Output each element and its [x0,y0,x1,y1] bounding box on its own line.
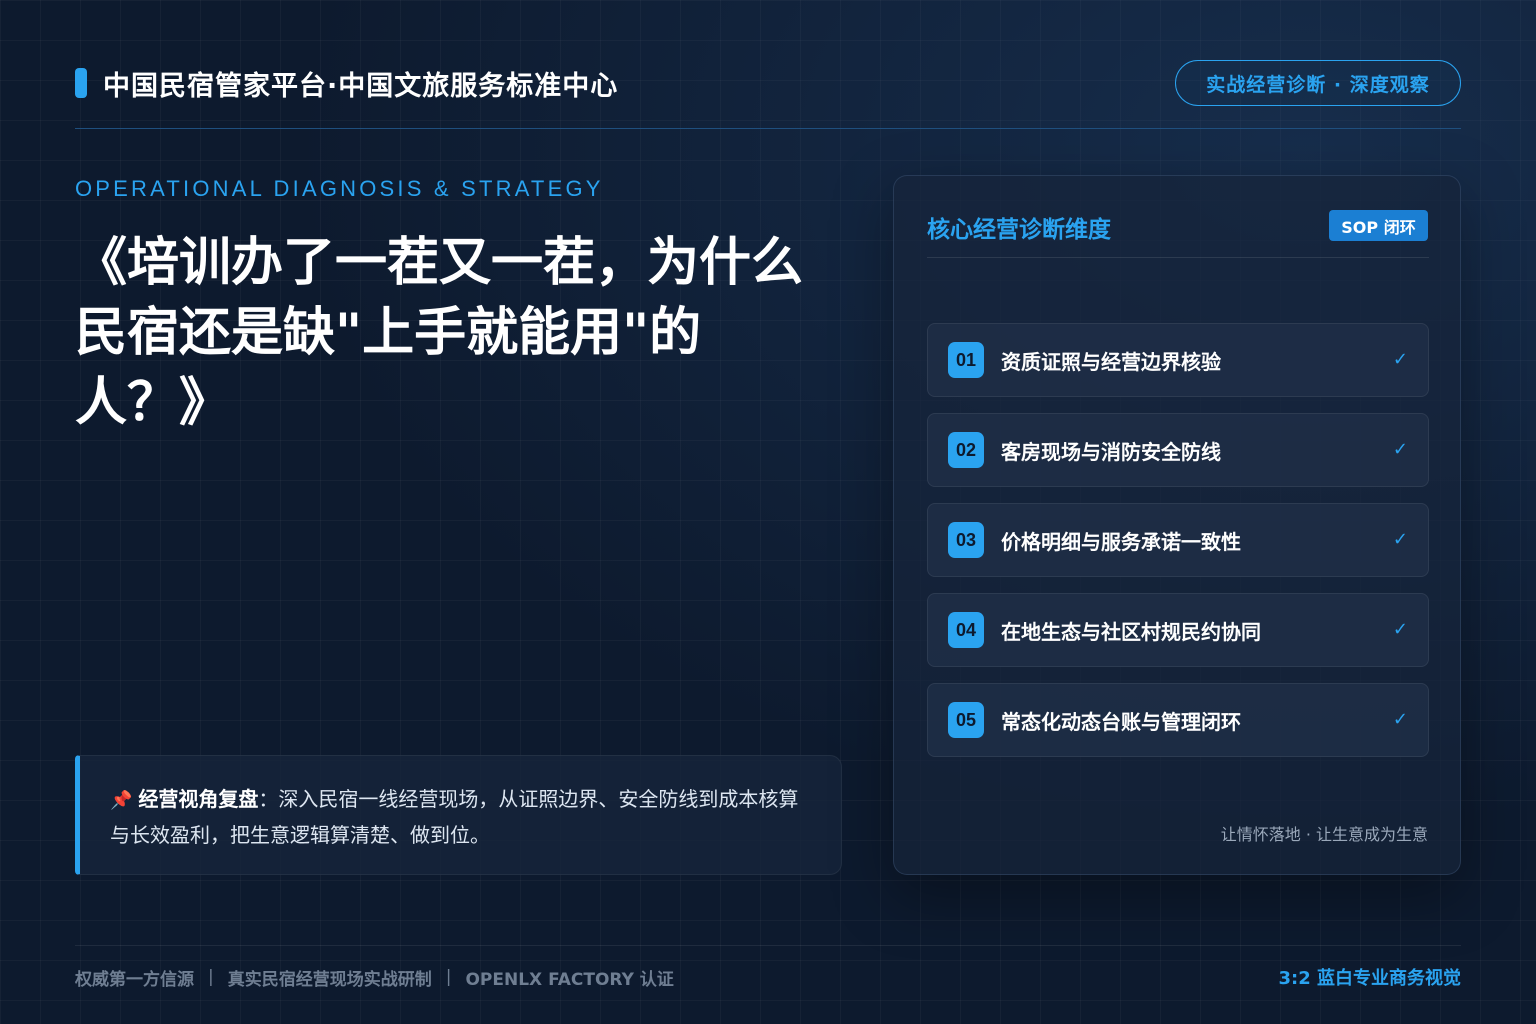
list-item: 01 资质证照与经营边界核验 ✓ [927,323,1429,397]
item-number: 05 [948,702,984,738]
item-label: 在地生态与社区村规民约协同 [1001,619,1261,644]
footer-format-label: 3:2 蓝白专业商务视觉 [1278,968,1461,989]
footer-divider [75,945,1461,946]
panel-divider [927,257,1429,258]
header-divider [75,128,1461,129]
check-icon: ✓ [1392,439,1408,460]
note-text-block: 📌 经营视角复盘：深入民宿一线经营现场，从证照边界、安全防线到成本核算与长效盈利，… [110,782,811,853]
item-label: 客房现场与消防安全防线 [1001,439,1221,464]
item-label: 价格明细与服务承诺一致性 [1001,529,1241,554]
list-item: 05 常态化动态台账与管理闭环 ✓ [927,683,1429,757]
title-line: 民宿还是缺"上手就能用"的 [75,303,702,363]
item-number: 02 [948,432,984,468]
item-label: 常态化动态台账与管理闭环 [1001,709,1241,734]
note-colon: ： [258,787,279,811]
diagnosis-list: 01 资质证照与经营边界核验 ✓ 02 客房现场与消防安全防线 ✓ 03 价格明… [927,323,1429,773]
footer-separator: | [208,967,214,987]
footer-credits: 权威第一方信源 | 真实民宿经营现场实战研制 | OPENLX FACTORY … [75,964,674,990]
pin-icon: 📌 [110,790,133,811]
brand-accent-bar [75,68,87,98]
footer-separator: | [445,967,452,987]
check-icon: ✓ [1392,349,1408,370]
panel-slogan: 让情怀落地 · 让生意成为生意 [1220,825,1428,844]
check-icon: ✓ [1392,529,1408,550]
title-line: 《培训办了一茬又一茬，为什么 [75,233,804,293]
eyebrow-text: OPERATIONAL DIAGNOSIS & STRATEGY [75,176,604,201]
item-label: 资质证照与经营边界核验 [1001,349,1221,374]
list-item: 03 价格明细与服务承诺一致性 ✓ [927,503,1429,577]
brand: 中国民宿管家平台·中国文旅服务标准中心 [75,67,618,102]
diagnosis-panel: 核心经营诊断维度 SOP 闭环 01 资质证照与经营边界核验 ✓ 02 客房现场… [893,175,1461,875]
check-icon: ✓ [1392,709,1408,730]
header: 中国民宿管家平台·中国文旅服务标准中心 实战经营诊断 · 深度观察 [75,58,1461,106]
panel-title: 核心经营诊断维度 [927,217,1111,243]
footer-item: 权威第一方信源 [75,969,194,990]
note-label: 经营视角复盘 [138,787,259,811]
review-note-card: 📌 经营视角复盘：深入民宿一线经营现场，从证照边界、安全防线到成本核算与长效盈利，… [75,755,842,875]
page-title: 《培训办了一茬又一茬，为什么 民宿还是缺"上手就能用"的 人？》 [75,228,835,438]
item-number: 03 [948,522,984,558]
item-number: 04 [948,612,984,648]
footer-item: OPENLX FACTORY 认证 [465,969,674,990]
header-tag-pill: 实战经营诊断 · 深度观察 [1175,60,1461,106]
check-icon: ✓ [1392,619,1408,640]
footer-item: 真实民宿经营现场实战研制 [227,969,432,990]
list-item: 04 在地生态与社区村规民约协同 ✓ [927,593,1429,667]
item-number: 01 [948,342,984,378]
brand-title: 中国民宿管家平台·中国文旅服务标准中心 [103,70,619,102]
title-line: 人？》 [75,373,232,433]
list-item: 02 客房现场与消防安全防线 ✓ [927,413,1429,487]
sop-badge: SOP 闭环 [1329,210,1428,241]
